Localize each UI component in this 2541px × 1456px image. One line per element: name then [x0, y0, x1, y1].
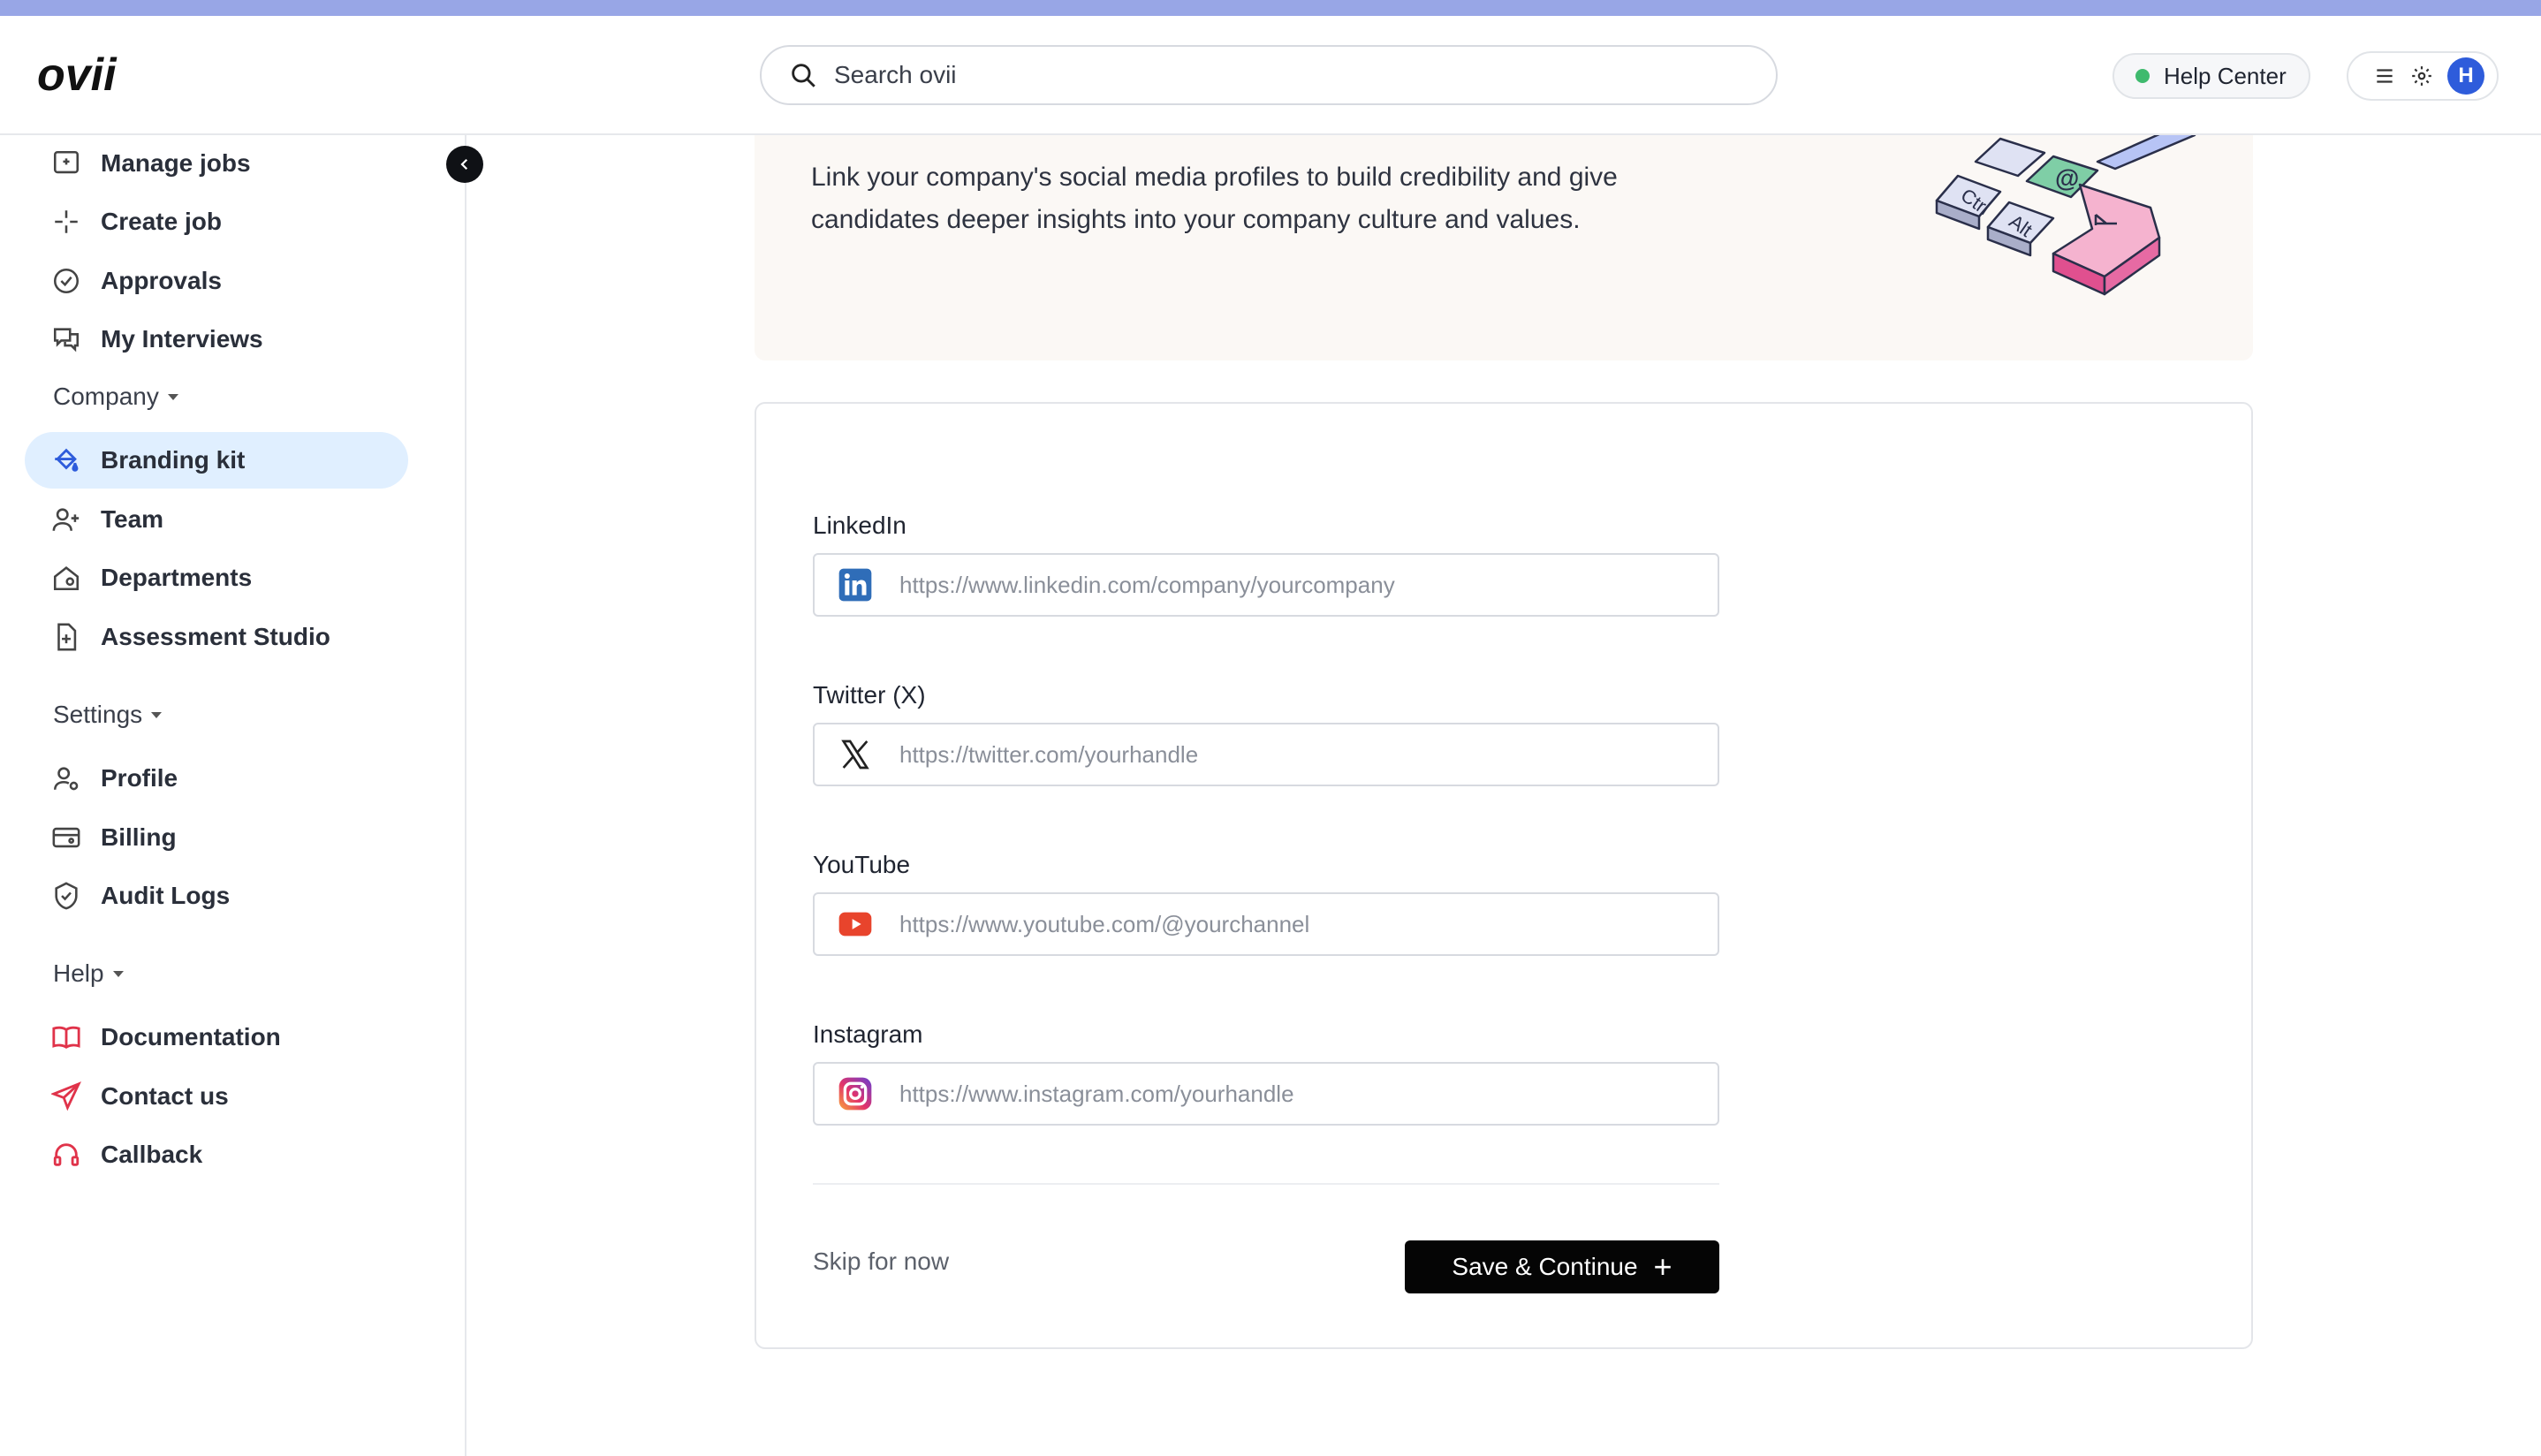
section-help[interactable]: Help [53, 959, 124, 988]
sidebar-item-create-job[interactable]: Create job [25, 193, 408, 250]
top-accent-bar [0, 0, 2541, 16]
status-dot [2135, 69, 2150, 83]
section-label: Settings [53, 701, 143, 728]
sidebar-item-label: Profile [101, 764, 178, 792]
search-input[interactable] [834, 61, 1718, 89]
sidebar-item-label: Billing [101, 823, 177, 851]
save-continue-label: Save & Continue [1452, 1253, 1638, 1280]
twitter-input[interactable] [899, 740, 1695, 769]
sidebar-item-label: Departments [101, 564, 253, 591]
paint-bucket-icon [55, 448, 79, 472]
instagram-field[interactable] [813, 1062, 1719, 1126]
briefcase-icon [53, 150, 80, 174]
sidebar-item-label: Branding kit [101, 446, 246, 474]
sparkle-icon [55, 210, 78, 233]
user-menu-button[interactable]: H [2347, 51, 2499, 101]
sidebar-item-documentation[interactable]: Documentation [25, 1009, 408, 1065]
social-intro-banner: Link your company's social media profile… [755, 135, 2253, 360]
sidebar-item-label: Create job [101, 208, 222, 235]
user-gear-icon [53, 767, 79, 791]
headset-icon [53, 1143, 80, 1166]
svg-text:ovii: ovii [37, 49, 118, 101]
x-twitter-icon [841, 739, 869, 770]
search-bar[interactable] [760, 45, 1778, 105]
collapse-sidebar-button[interactable] [446, 146, 483, 183]
youtube-icon [838, 912, 872, 937]
help-center-label: Help Center [2164, 62, 2287, 89]
chevron-down-icon [167, 393, 178, 400]
sidebar-item-label: Callback [101, 1141, 203, 1168]
linkedin-field[interactable] [813, 553, 1719, 617]
send-icon [51, 1081, 81, 1111]
help-center-button[interactable]: Help Center [2112, 53, 2310, 99]
book-icon [52, 1026, 80, 1050]
sidebar-item-audit-logs[interactable]: Audit Logs [25, 868, 408, 924]
sidebar-item-my-interviews[interactable]: My Interviews [25, 311, 408, 368]
sidebar-item-callback[interactable]: Callback [25, 1126, 408, 1183]
linkedin-icon [838, 568, 872, 602]
sidebar-item-label: Audit Logs [101, 882, 231, 909]
gear-icon [2412, 66, 2431, 86]
youtube-field[interactable] [813, 892, 1719, 956]
sidebar-item-departments[interactable]: Departments [25, 550, 408, 606]
twitter-field[interactable] [813, 723, 1719, 786]
section-label: Help [53, 959, 104, 987]
sidebar-item-label: Documentation [101, 1023, 281, 1050]
sidebar-item-approvals[interactable]: Approvals [25, 253, 408, 309]
menu-icon [2377, 69, 2393, 83]
sidebar-item-label: Approvals [101, 267, 222, 294]
sidebar-item-team[interactable]: Team [25, 491, 408, 548]
chevron-left-icon [460, 158, 468, 171]
check-circle-icon [53, 268, 80, 294]
section-label: Company [53, 383, 159, 410]
top-header: ovii Help Center H [0, 16, 2541, 135]
chevron-down-icon [112, 970, 124, 977]
section-settings[interactable]: Settings [53, 701, 163, 729]
sidebar-item-label: Assessment Studio [101, 623, 330, 650]
social-links-form: LinkedIn Twitter (X) YouTube Instagram S… [755, 402, 2253, 1349]
linkedin-input[interactable] [899, 571, 1695, 599]
sidebar: Manage jobs Create job Approvals My Inte… [0, 135, 466, 1456]
plus-icon: + [1653, 1248, 1673, 1285]
save-continue-button[interactable]: Save & Continue + [1405, 1240, 1719, 1293]
youtube-input[interactable] [899, 910, 1695, 938]
ovii-logo[interactable]: ovii [37, 48, 143, 102]
sidebar-item-branding-kit[interactable]: Branding kit [25, 432, 408, 489]
credit-card-icon [52, 827, 80, 848]
instagram-input[interactable] [899, 1080, 1695, 1108]
section-company[interactable]: Company [53, 383, 178, 411]
sidebar-item-assessment-studio[interactable]: Assessment Studio [25, 609, 408, 665]
youtube-label: YouTube [813, 851, 911, 878]
sidebar-item-billing[interactable]: Billing [25, 809, 408, 866]
sidebar-item-contact-us[interactable]: Contact us [25, 1068, 408, 1125]
building-icon [53, 566, 80, 591]
chat-icon [53, 328, 80, 353]
skip-for-now-link[interactable]: Skip for now [813, 1247, 949, 1276]
chevron-down-icon [151, 711, 163, 718]
keyboard-keys-illustration: Ctrl Alt @ [1935, 135, 2196, 296]
svg-text:@: @ [2055, 164, 2079, 192]
linkedin-label: LinkedIn [813, 512, 906, 539]
sidebar-item-label: My Interviews [101, 325, 263, 353]
sidebar-item-manage-jobs[interactable]: Manage jobs [25, 135, 408, 192]
sidebar-item-label: Team [101, 505, 164, 533]
sidebar-item-label: Manage jobs [101, 149, 251, 177]
sidebar-item-profile[interactable]: Profile [25, 750, 408, 807]
search-icon [792, 64, 815, 87]
shield-check-icon [55, 882, 78, 910]
document-plus-icon [57, 623, 77, 651]
twitter-label: Twitter (X) [813, 681, 926, 709]
instagram-label: Instagram [813, 1020, 923, 1048]
user-plus-icon [52, 508, 80, 531]
banner-description: Link your company's social media profile… [811, 163, 1618, 234]
sidebar-item-label: Contact us [101, 1082, 229, 1110]
form-divider [813, 1183, 1719, 1185]
instagram-icon [838, 1077, 872, 1111]
avatar[interactable]: H [2447, 57, 2484, 95]
